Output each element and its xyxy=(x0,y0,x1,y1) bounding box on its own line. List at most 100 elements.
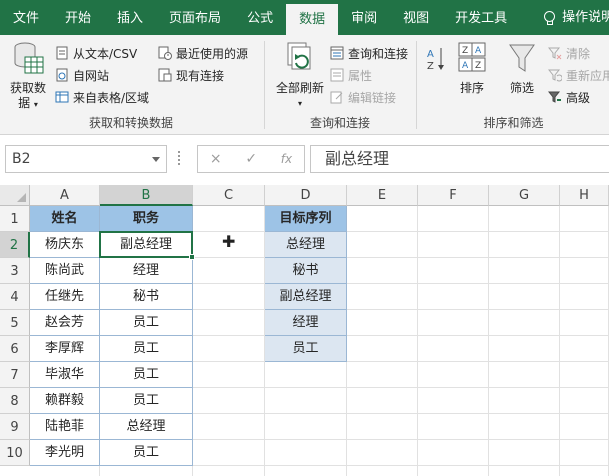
column-header-b[interactable]: B xyxy=(100,185,193,206)
worksheet-grid[interactable]: A B C D E F G H 1 2 3 4 5 6 7 8 9 10 姓名 职务 杨庆东 副总经理 陈尚武 经理 任继先 秘书… xyxy=(0,185,609,476)
recent-sources-button[interactable]: 最近使用的源 xyxy=(158,43,248,63)
target-sequence-item[interactable]: 副总经理 xyxy=(265,284,347,310)
chevron-down-icon[interactable] xyxy=(152,157,160,162)
queries-connections-button[interactable]: 查询和连接 xyxy=(330,43,408,63)
advanced-filter-label: 高级 xyxy=(566,90,591,105)
tab-home[interactable]: 开始 xyxy=(52,0,104,35)
clear-filter-button[interactable]: 清除 xyxy=(547,43,590,63)
splitter-handle[interactable] xyxy=(178,151,181,165)
table-cell[interactable]: 员工 xyxy=(100,440,193,466)
svg-text:A: A xyxy=(462,61,469,71)
row-header-5[interactable]: 5 xyxy=(0,310,30,336)
tab-page-layout[interactable]: 页面布局 xyxy=(156,0,234,35)
advanced-filter-button[interactable]: 高级 xyxy=(547,87,591,107)
from-text-csv-button[interactable]: 从文本/CSV xyxy=(55,43,137,63)
formula-input[interactable]: 副总经理 xyxy=(310,145,609,173)
get-data-label-2: 据 ▾ xyxy=(18,96,38,110)
table-cell[interactable]: 李厚辉 xyxy=(30,336,100,362)
row-header-1[interactable]: 1 xyxy=(0,206,30,232)
tab-developer[interactable]: 开发工具 xyxy=(442,0,520,35)
tab-view[interactable]: 视图 xyxy=(390,0,442,35)
table-cell[interactable]: 陆艳菲 xyxy=(30,414,100,440)
table-cell[interactable]: 副总经理 xyxy=(100,232,193,258)
reapply-icon xyxy=(547,68,563,82)
group-separator xyxy=(264,41,265,129)
filter-button[interactable]: 筛选 xyxy=(504,41,540,96)
fill-handle[interactable] xyxy=(189,254,195,260)
group-label-sort-filter: 排序和筛选 xyxy=(483,116,544,130)
target-sequence-header[interactable]: 目标序列 xyxy=(265,206,347,232)
table-cell[interactable]: 任继先 xyxy=(30,284,100,310)
table-header-cell[interactable]: 姓名 xyxy=(30,206,100,232)
table-header-cell[interactable]: 职务 xyxy=(100,206,193,232)
refresh-all-button[interactable]: 全部刷新 ▾ xyxy=(272,41,328,111)
from-web-label: 自网站 xyxy=(73,68,110,83)
target-sequence-item[interactable]: 经理 xyxy=(265,310,347,336)
table-cell[interactable]: 赵会芳 xyxy=(30,310,100,336)
table-cell[interactable]: 员工 xyxy=(100,362,193,388)
refresh-all-label: 全部刷新 xyxy=(275,81,324,95)
column-header-f[interactable]: F xyxy=(418,185,489,206)
table-cell[interactable]: 陈尚武 xyxy=(30,258,100,284)
tab-data[interactable]: 数据 xyxy=(286,4,339,35)
from-table-button[interactable]: 来自表格/区域 xyxy=(55,87,149,107)
group-get-transform: 获取数 据 ▾ 从文本/CSV 自网站 来自表格/区域 最近使用的源 现有连接 … xyxy=(0,35,262,135)
from-web-button[interactable]: 自网站 xyxy=(55,65,109,85)
text-file-icon xyxy=(55,46,69,60)
row-header-10[interactable]: 10 xyxy=(0,440,30,466)
target-sequence-item[interactable]: 秘书 xyxy=(265,258,347,284)
row-header-6[interactable]: 6 xyxy=(0,336,30,362)
table-cell[interactable]: 员工 xyxy=(100,388,193,414)
tab-insert[interactable]: 插入 xyxy=(104,0,156,35)
tab-file[interactable]: 文件 xyxy=(0,0,52,35)
table-cell[interactable]: 秘书 xyxy=(100,284,193,310)
edit-links-icon xyxy=(330,90,344,104)
column-header-h[interactable]: H xyxy=(560,185,609,206)
target-sequence-item[interactable]: 总经理 xyxy=(265,232,347,258)
clear-filter-icon xyxy=(547,46,562,60)
column-header-c[interactable]: C xyxy=(193,185,265,206)
table-cell[interactable]: 赖群毅 xyxy=(30,388,100,414)
column-header-a[interactable]: A xyxy=(30,185,100,206)
row-header-9[interactable]: 9 xyxy=(0,414,30,440)
from-table-label: 来自表格/区域 xyxy=(73,90,150,105)
table-cell[interactable]: 毕淑华 xyxy=(30,362,100,388)
row-header-2[interactable]: 2 xyxy=(0,232,30,258)
sort-az-icon: A Z xyxy=(427,48,444,72)
properties-button[interactable]: 属性 xyxy=(330,65,372,85)
select-all-button[interactable] xyxy=(0,185,30,206)
row-header-4[interactable]: 4 xyxy=(0,284,30,310)
row-header-7[interactable]: 7 xyxy=(0,362,30,388)
row-header-3[interactable]: 3 xyxy=(0,258,30,284)
target-sequence-item[interactable]: 员工 xyxy=(265,336,347,362)
refresh-icon xyxy=(287,42,311,70)
table-cell[interactable]: 杨庆东 xyxy=(30,232,100,258)
name-box[interactable]: B2 xyxy=(5,145,167,173)
row-header-8[interactable]: 8 xyxy=(0,388,30,414)
gridline-vertical xyxy=(559,206,560,476)
cancel-icon[interactable]: × xyxy=(210,151,222,167)
tell-me-search[interactable]: 操作说明搜 xyxy=(520,0,609,35)
sort-ascending-button[interactable]: A Z xyxy=(426,45,446,89)
table-cell[interactable]: 李光明 xyxy=(30,440,100,466)
column-header-g[interactable]: G xyxy=(489,185,560,206)
table-cell[interactable]: 总经理 xyxy=(100,414,193,440)
table-cell[interactable]: 员工 xyxy=(100,310,193,336)
check-icon[interactable]: ✓ xyxy=(245,151,257,167)
tab-review[interactable]: 审阅 xyxy=(338,0,390,35)
tab-formulas[interactable]: 公式 xyxy=(234,0,286,35)
sort-button[interactable]: Z A A Z 排序 xyxy=(454,41,490,96)
column-header-e[interactable]: E xyxy=(347,185,418,206)
fx-icon[interactable]: fx xyxy=(281,152,292,166)
recent-sources-label: 最近使用的源 xyxy=(176,46,249,61)
gridline-vertical xyxy=(417,206,418,476)
existing-connections-button[interactable]: 现有连接 xyxy=(158,65,224,85)
reapply-filter-button[interactable]: 重新应用 xyxy=(547,65,609,85)
group-label-get-transform: 获取和转换数据 xyxy=(88,116,173,130)
get-data-button[interactable]: 获取数 据 ▾ xyxy=(6,41,50,112)
edit-links-button[interactable]: 编辑链接 xyxy=(330,87,396,107)
table-cell[interactable]: 经理 xyxy=(100,258,193,284)
column-header-d[interactable]: D xyxy=(265,185,347,206)
tell-me-label: 操作说明搜 xyxy=(562,10,609,25)
table-cell[interactable]: 员工 xyxy=(100,336,193,362)
